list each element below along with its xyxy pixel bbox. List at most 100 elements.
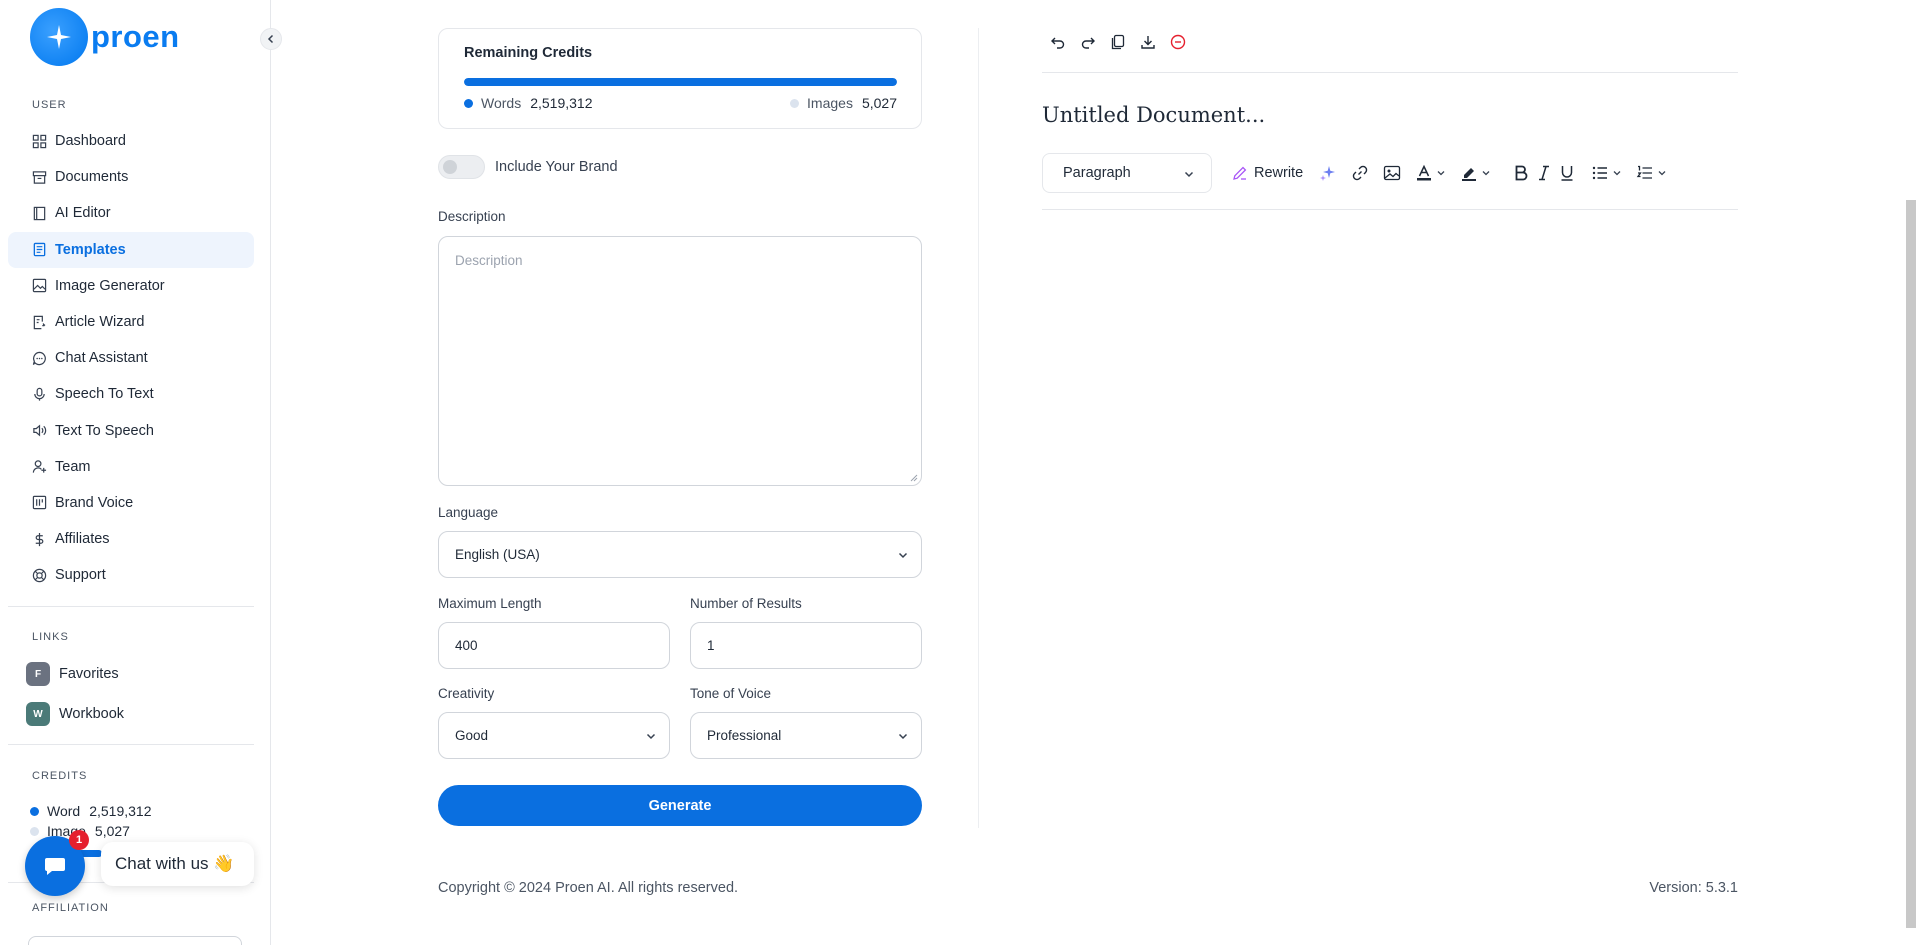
language-select[interactable]: English (USA) — [438, 531, 922, 578]
sidebar-item-ai-editor[interactable]: AI Editor — [8, 195, 254, 231]
affiliation-section-label: AFFILIATION — [32, 902, 109, 914]
sidebar-item-support[interactable]: Support — [8, 557, 254, 593]
sidebar-divider — [8, 606, 254, 607]
sidebar-item-templates[interactable]: Templates — [8, 231, 254, 268]
workbook-badge: W — [26, 702, 50, 726]
chat-with-us-bubble[interactable]: Chat with us 👋 — [101, 842, 254, 886]
bold-button[interactable] — [1513, 164, 1529, 182]
sidebar-item-team[interactable]: Team — [8, 449, 254, 485]
numbered-list-button[interactable] — [1636, 164, 1667, 182]
sidebar-item-chat-assistant[interactable]: Chat Assistant — [8, 340, 254, 376]
max-length-input[interactable]: 400 — [438, 622, 670, 669]
max-length-value: 400 — [455, 638, 478, 653]
sidebar-item-dashboard[interactable]: Dashboard — [8, 123, 254, 159]
tone-select[interactable]: Professional — [690, 712, 922, 759]
results-input[interactable]: 1 — [690, 622, 922, 669]
undo-icon — [1051, 37, 1065, 49]
highlight-button[interactable] — [1460, 164, 1491, 182]
collapse-sidebar-button[interactable] — [260, 28, 282, 50]
brand-logo[interactable]: proen — [30, 8, 180, 66]
chevron-down-icon — [1613, 171, 1621, 176]
sidebar-item-brand-voice[interactable]: Brand Voice — [8, 485, 254, 521]
sidebar-item-affiliates[interactable]: Affiliates — [8, 521, 254, 557]
italic-icon — [1539, 165, 1550, 181]
editor-divider — [1042, 72, 1738, 73]
sidebar-item-label: Image Generator — [55, 277, 165, 294]
link-favorites[interactable]: F Favorites — [26, 662, 119, 686]
chat-icon — [45, 858, 65, 875]
tone-value: Professional — [707, 728, 782, 743]
images-dot-icon — [790, 98, 800, 108]
images-value: 5,027 — [861, 95, 897, 111]
favorites-badge: F — [26, 662, 50, 686]
documents-icon — [31, 169, 47, 185]
copy-button[interactable] — [1109, 33, 1127, 51]
chevron-left-icon — [267, 34, 274, 44]
image-icon — [1384, 165, 1401, 181]
credits-progress-fill — [464, 78, 897, 86]
include-brand-toggle[interactable] — [438, 155, 485, 179]
image-dot-icon — [30, 826, 39, 836]
page-scrollbar-thumb[interactable] — [1906, 200, 1916, 928]
version-text: Version: 5.3.1 — [1649, 880, 1738, 896]
credits-section-label: CREDITS — [32, 770, 88, 782]
editor-top-toolbar — [1049, 33, 1187, 51]
creativity-select[interactable]: Good — [438, 712, 670, 759]
speaker-icon — [31, 423, 47, 439]
clear-button[interactable] — [1169, 33, 1187, 51]
document-title[interactable]: Untitled Document... — [1042, 103, 1265, 127]
sidebar-item-label: Templates — [55, 241, 126, 258]
bullet-list-button[interactable] — [1591, 164, 1622, 182]
chevron-down-icon — [1482, 171, 1490, 176]
sidebar-item-speech-to-text[interactable]: Speech To Text — [8, 376, 254, 412]
links-section-label: LINKS — [32, 631, 69, 643]
chevron-down-icon — [1437, 171, 1445, 176]
max-length-label: Maximum Length — [438, 596, 542, 611]
download-button[interactable] — [1139, 33, 1157, 51]
chevron-down-icon — [1184, 171, 1194, 178]
description-textarea[interactable]: Description — [438, 236, 922, 486]
words-credits: Words 2,519,312 — [464, 95, 593, 111]
undo-button[interactable] — [1049, 33, 1067, 51]
sidebar-item-documents[interactable]: Documents — [8, 159, 254, 195]
text-color-button[interactable] — [1415, 164, 1446, 182]
sidebar-item-label: Chat Assistant — [55, 350, 148, 367]
sidebar: proen USER Dashboard Documents AI Editor Te… — [0, 0, 282, 945]
results-value: 1 — [707, 638, 715, 653]
sidebar-item-image-generator[interactable]: Image Generator — [8, 268, 254, 304]
sidebar-item-label: Brand Voice — [55, 494, 134, 511]
affiliation-field[interactable] — [28, 936, 242, 945]
creativity-value: Good — [455, 728, 489, 743]
credits-progress-bar — [464, 78, 897, 86]
words-dot-icon — [464, 98, 473, 108]
sidebar-item-article-wizard[interactable]: Article Wizard — [8, 304, 254, 340]
remaining-credits-card: Remaining Credits Words 2,519,312 Images… — [438, 28, 922, 129]
download-icon — [1141, 36, 1155, 49]
words-value: 2,519,312 — [530, 95, 593, 111]
link-button[interactable] — [1351, 164, 1369, 182]
user-section-label: USER — [32, 99, 67, 111]
italic-button[interactable] — [1537, 164, 1551, 182]
rewrite-button[interactable]: Rewrite — [1232, 165, 1303, 181]
redo-icon — [1081, 37, 1095, 49]
sidebar-item-label: Support — [55, 567, 106, 584]
column-divider — [978, 28, 979, 828]
article-wizard-icon — [31, 314, 47, 330]
sparkle-icon — [1320, 166, 1336, 181]
app-root: proen USER Dashboard Documents AI Editor Te… — [0, 0, 1920, 945]
microphone-icon — [31, 386, 47, 402]
redo-button[interactable] — [1079, 33, 1097, 51]
underline-button[interactable] — [1559, 164, 1575, 182]
generate-button[interactable]: Generate — [438, 785, 922, 826]
link-favorites-label: Favorites — [59, 666, 119, 682]
editor-divider — [1042, 209, 1738, 210]
link-workbook[interactable]: W Workbook — [26, 702, 124, 726]
sidebar-item-text-to-speech[interactable]: Text To Speech — [8, 413, 254, 449]
resize-handle-icon[interactable] — [910, 474, 918, 482]
ai-sparkle-button[interactable] — [1319, 164, 1337, 182]
language-label: Language — [438, 505, 499, 520]
insert-image-button[interactable] — [1383, 164, 1401, 182]
images-credits: Images 5,027 — [790, 95, 897, 111]
paragraph-style-select[interactable]: Paragraph — [1042, 153, 1212, 193]
bold-icon — [1515, 165, 1528, 181]
